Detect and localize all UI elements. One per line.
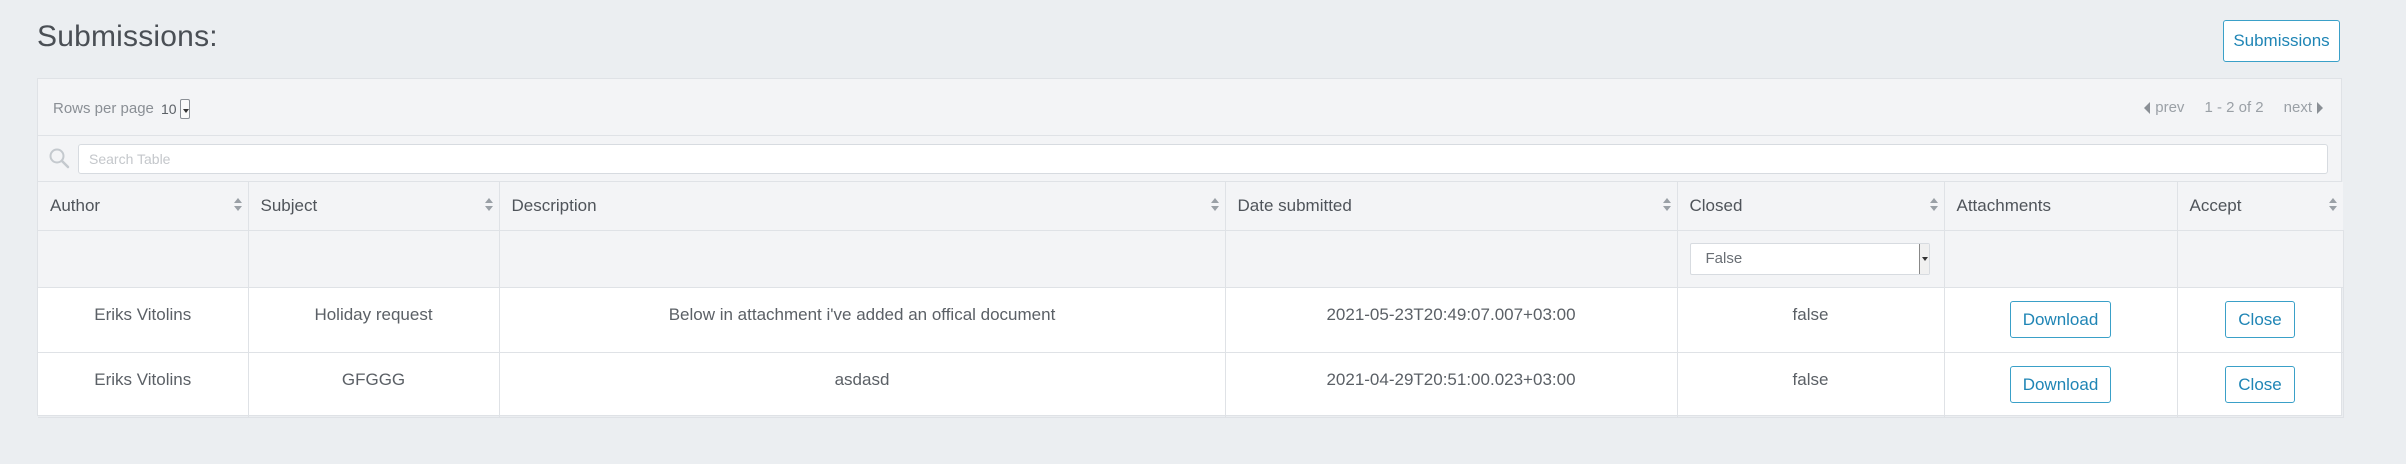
rows-per-page-label: Rows per page bbox=[53, 100, 154, 117]
sort-icon bbox=[484, 198, 493, 212]
accept-cell: Close bbox=[2177, 287, 2344, 353]
description-cell: Below in attachment i've added an offica… bbox=[499, 287, 1226, 353]
column-header-attachments: Attachments bbox=[1944, 182, 2178, 231]
search-input[interactable] bbox=[78, 144, 2328, 174]
closed-filter-value: False bbox=[1705, 250, 1743, 267]
close-button[interactable]: Close bbox=[2225, 301, 2295, 338]
sort-icon bbox=[1662, 198, 1671, 212]
attachments-cell: Download bbox=[1944, 352, 2178, 418]
column-label: Author bbox=[50, 195, 101, 215]
filter-cell bbox=[1944, 230, 2178, 288]
column-header-accept[interactable]: Accept bbox=[2177, 182, 2343, 231]
close-button[interactable]: Close bbox=[2225, 366, 2295, 403]
description-cell: asdasd bbox=[499, 352, 1226, 418]
column-label: Accept bbox=[2189, 195, 2242, 215]
submissions-table-panel: Rows per page 10 prev 1 - 2 of 2 next Se… bbox=[37, 78, 2344, 418]
subject-cell: GFGGG bbox=[248, 352, 500, 418]
chevron-down-icon bbox=[179, 99, 190, 119]
date-cell: 2021-05-23T20:49:07.007+03:00 bbox=[1225, 287, 1678, 353]
filter-cell: False bbox=[1677, 230, 1945, 288]
sort-icon bbox=[2329, 198, 2337, 212]
column-header-author[interactable]: Author bbox=[38, 182, 249, 231]
column-label: Closed bbox=[1689, 195, 1743, 215]
column-label: Attachments bbox=[1956, 195, 2052, 215]
closed-cell: false bbox=[1677, 352, 1945, 418]
column-label: Description bbox=[511, 195, 597, 215]
table-header-row: Author Subject Description Date submitte… bbox=[38, 182, 2343, 231]
column-header-description[interactable]: Description bbox=[499, 182, 1226, 231]
filter-cell bbox=[2177, 230, 2344, 288]
prev-label: prev bbox=[2155, 99, 2185, 116]
table-row: Eriks Vitolins Holiday request Below in … bbox=[38, 287, 2344, 353]
filter-cell bbox=[1225, 230, 1678, 288]
page-range-info: 1 - 2 of 2 bbox=[2204, 99, 2264, 116]
caret-left-icon bbox=[2144, 101, 2151, 114]
author-cell: Eriks Vitolins bbox=[38, 287, 249, 353]
attachments-cell: Download bbox=[1944, 287, 2178, 353]
chevron-down-icon bbox=[1918, 243, 1929, 274]
date-cell: 2021-04-29T20:51:00.023+03:00 bbox=[1225, 352, 1678, 418]
download-button[interactable]: Download bbox=[2009, 366, 2112, 403]
filter-cell bbox=[499, 230, 1226, 288]
next-page-button[interactable]: next bbox=[2284, 99, 2323, 116]
prev-page-button[interactable]: prev bbox=[2144, 99, 2184, 116]
page-title: Submissions: bbox=[37, 20, 218, 53]
filter-cell bbox=[38, 230, 249, 288]
sort-icon bbox=[1929, 198, 1938, 212]
table-row: Eriks Vitolins GFGGG asdasd 2021-04-29T2… bbox=[38, 352, 2344, 418]
next-label: next bbox=[2283, 99, 2312, 116]
download-button[interactable]: Download bbox=[2009, 301, 2112, 338]
column-header-date-submitted[interactable]: Date submitted bbox=[1225, 182, 1678, 231]
table-search-bar bbox=[38, 136, 2341, 182]
column-header-subject[interactable]: Subject bbox=[248, 182, 500, 231]
accept-cell: Close bbox=[2177, 352, 2344, 418]
column-label: Subject bbox=[260, 195, 318, 215]
submissions-button[interactable]: Submissions bbox=[2223, 20, 2340, 62]
search-icon bbox=[49, 148, 70, 169]
rows-per-page-select[interactable]: 10 bbox=[161, 98, 193, 120]
column-label: Date submitted bbox=[1237, 195, 1352, 215]
closed-filter-select[interactable]: False bbox=[1689, 242, 1930, 275]
filter-row: False bbox=[38, 230, 2344, 288]
sort-icon bbox=[1210, 198, 1219, 212]
caret-right-icon bbox=[2317, 101, 2323, 114]
sort-icon bbox=[233, 198, 242, 212]
column-header-closed[interactable]: Closed bbox=[1677, 182, 1945, 231]
pagination: prev 1 - 2 of 2 next bbox=[2144, 99, 2323, 116]
table-pagination-bar: Rows per page 10 prev 1 - 2 of 2 next bbox=[38, 79, 2341, 136]
subject-cell: Holiday request bbox=[248, 287, 500, 353]
rows-per-page-value: 10 bbox=[161, 101, 177, 117]
closed-cell: false bbox=[1677, 287, 1945, 353]
author-cell: Eriks Vitolins bbox=[38, 352, 249, 418]
filter-cell bbox=[248, 230, 500, 288]
submissions-table: Author Subject Description Date submitte… bbox=[38, 182, 2344, 418]
